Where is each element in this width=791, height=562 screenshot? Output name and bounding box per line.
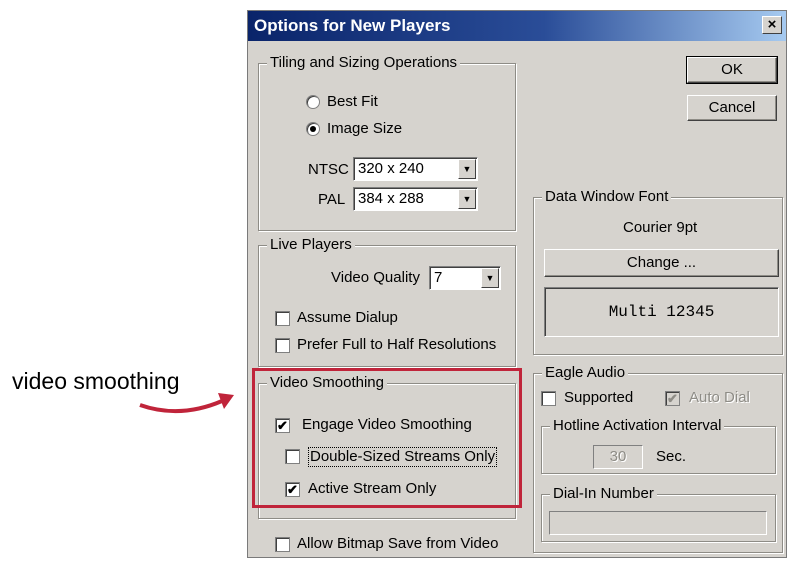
auto-dial-checkbox: ✔ [665,391,680,406]
pal-value: 384 x 288 [358,190,424,207]
allow-bitmap-checkbox[interactable] [275,537,290,552]
supported-label[interactable]: Supported [564,389,633,407]
allow-bitmap-label[interactable]: Allow Bitmap Save from Video [297,535,498,553]
hotline-interval-value: 30 [609,448,627,465]
prefer-full-checkbox[interactable] [275,338,290,353]
cancel-label: Cancel [708,99,756,116]
hotline-legend: Hotline Activation Interval [550,417,725,435]
video-quality-label: Video Quality [331,269,420,286]
dialog-title: Options for New Players [254,16,451,35]
chevron-down-icon[interactable]: ▼ [458,189,476,209]
live-players-legend: Live Players [267,236,355,254]
ntsc-label: NTSC [308,161,349,178]
annotation-arrow-icon [139,393,234,414]
font-name: Courier 9pt [623,219,698,236]
best-fit-label[interactable]: Best Fit [327,93,378,111]
change-font-button[interactable]: Change ... [544,249,779,277]
change-font-label: Change ... [626,254,697,271]
pal-select[interactable]: 384 x 288 ▼ [353,187,478,211]
best-fit-radio[interactable] [306,95,320,109]
chevron-down-icon[interactable]: ▼ [458,159,476,179]
options-dialog: Options for New Players × OK Cancel Tili… [247,10,787,558]
dial-in-number-field [549,511,767,535]
close-icon[interactable]: × [762,16,782,34]
eagle-audio-legend: Eagle Audio [542,364,629,382]
radio-dot-icon [310,126,316,132]
font-preview-text: Multi 12345 [608,303,715,321]
video-quality-value: 7 [434,269,443,286]
video-quality-select[interactable]: 7 ▼ [429,266,501,290]
hotline-unit-label: Sec. [656,448,687,465]
hotline-interval-field: 30 [593,445,643,469]
assume-dialup-checkbox[interactable] [275,311,290,326]
supported-checkbox[interactable] [541,391,556,406]
font-preview: Multi 12345 [544,287,779,337]
pal-label: PAL [318,191,346,208]
image-size-radio[interactable] [306,122,320,136]
ntsc-select[interactable]: 320 x 240 ▼ [353,157,478,181]
title-bar: Options for New Players × [248,11,786,41]
dial-in-legend: Dial-In Number [550,485,657,503]
chevron-down-icon[interactable]: ▼ [481,268,499,288]
auto-dial-label: Auto Dial [689,389,750,406]
ok-button[interactable]: OK [686,56,778,84]
image-size-label[interactable]: Image Size [327,120,402,138]
assume-dialup-label[interactable]: Assume Dialup [297,309,398,327]
data-window-font-legend: Data Window Font [542,188,672,206]
cancel-button[interactable]: Cancel [687,95,777,121]
ntsc-value: 320 x 240 [358,160,424,177]
prefer-full-label[interactable]: Prefer Full to Half Resolutions [297,336,496,354]
ok-label: OK [721,61,743,78]
tiling-legend: Tiling and Sizing Operations [267,54,461,72]
video-smoothing-highlight [252,368,522,508]
